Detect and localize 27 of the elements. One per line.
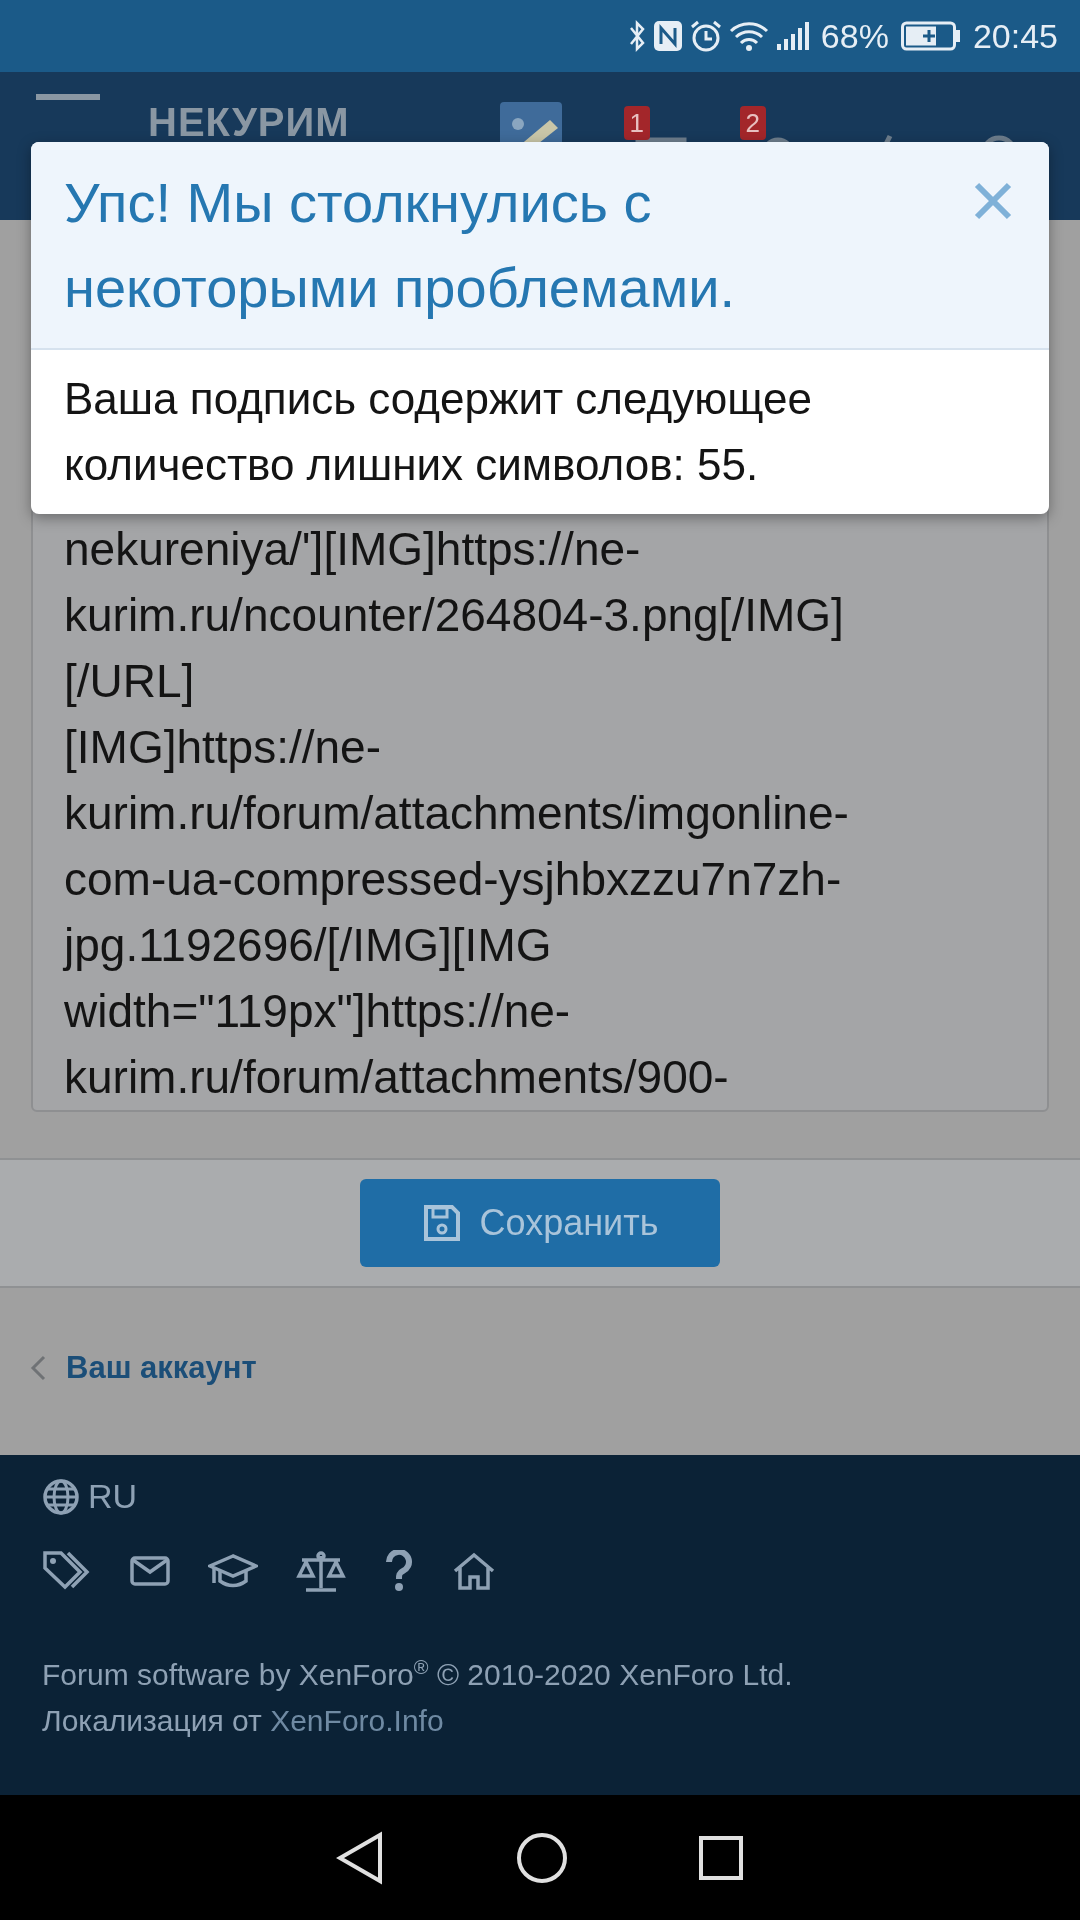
save-button[interactable]: Сохранить: [360, 1179, 720, 1267]
nfc-icon: [652, 20, 683, 52]
language-selector[interactable]: RU: [42, 1477, 1038, 1516]
graduation-cap-icon[interactable]: [208, 1553, 258, 1589]
globe-icon: [42, 1477, 80, 1516]
tags-icon[interactable]: [42, 1550, 92, 1592]
error-message: Ваша подпись содержит следующее количество лишних символов: 55.: [63, 373, 813, 491]
envelope-icon[interactable]: [130, 1555, 170, 1587]
signal-icon: [774, 20, 809, 52]
battery-percent: 68%: [820, 16, 889, 56]
breadcrumb-link[interactable]: Ваш аккаунт: [66, 1350, 257, 1386]
chevron-left-icon: [30, 1355, 46, 1381]
alarm-icon: [688, 19, 723, 53]
scales-icon[interactable]: [296, 1550, 346, 1592]
recent-apps-icon[interactable]: [698, 1834, 744, 1881]
home-icon[interactable]: [452, 1551, 496, 1591]
copyright-text: Forum software by XenForo$^{®}$ © 2010-2020 XenForo Ltd.: [42, 1655, 794, 1693]
clock-time: 20:45: [972, 16, 1058, 56]
notification-badge: 2: [739, 106, 767, 140]
battery-icon: [900, 21, 961, 51]
notification-badge: 1: [623, 106, 651, 140]
wifi-icon: [728, 20, 769, 52]
localization-text: Локализация от XenForo.Info: [42, 1703, 445, 1739]
home-circle-icon[interactable]: [516, 1831, 568, 1884]
site-logo: НЕКУРИМ: [148, 100, 350, 145]
question-mark-icon[interactable]: [384, 1550, 414, 1592]
localization-link[interactable]: XenForo.Info: [270, 1704, 444, 1737]
